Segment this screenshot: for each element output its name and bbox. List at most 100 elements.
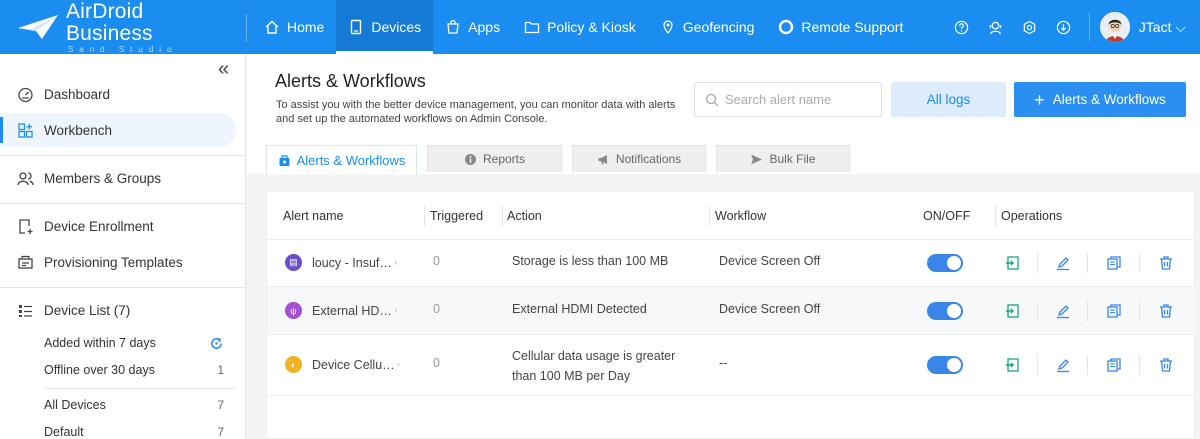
export-button[interactable] <box>1004 302 1022 320</box>
copy-button[interactable] <box>1105 356 1123 374</box>
sidebar-item-label: Device Enrollment <box>44 218 154 234</box>
top-navigation-bar: AirDroid Business Sand Studio Home Devic… <box>0 0 1200 54</box>
nav-home[interactable]: Home <box>252 0 336 54</box>
search-box[interactable] <box>694 82 882 117</box>
nav-remote-label: Remote Support <box>801 19 904 35</box>
chevron-right-icon: › <box>396 359 401 370</box>
sidebar-item-label: Workbench <box>44 122 113 138</box>
sidebar-item-device-enrollment[interactable]: Device Enrollment <box>0 209 246 243</box>
tab-reports[interactable]: Reports <box>427 145 562 172</box>
nav-home-label: Home <box>287 19 325 35</box>
alerts-table: Alert name Triggered Action Workflow ON/… <box>266 191 1196 439</box>
sidebar-item-members-groups[interactable]: Members & Groups <box>0 161 246 195</box>
op-divider <box>1139 253 1140 273</box>
sidebar-sub-all-devices[interactable]: All Devices 7 <box>44 394 224 416</box>
nav-remote-support[interactable]: Remote Support <box>766 0 915 54</box>
column-header: Operations <box>1001 209 1063 223</box>
sidebar-sub-offline-30-days[interactable]: Offline over 30 days 1 <box>44 359 224 381</box>
toggle-switch[interactable] <box>927 302 963 320</box>
workflow-text: Device Screen Off <box>719 254 821 268</box>
page-title: Alerts & Workflows <box>275 71 426 91</box>
paper-plane-logo-icon <box>17 15 58 39</box>
search-input[interactable] <box>725 92 875 107</box>
action-line-2: than 100 MB per Day <box>512 369 631 383</box>
sidebar-item-workbench[interactable]: Workbench <box>0 113 236 147</box>
alert-name-cell[interactable]: ▤ loucy - Insuf… › <box>285 254 397 271</box>
user-menu[interactable]: JTact ⌵ <box>1139 19 1186 36</box>
op-divider <box>1139 301 1140 321</box>
column-divider <box>709 206 710 226</box>
onoff-toggle[interactable] <box>927 302 963 320</box>
help-button[interactable] <box>945 0 979 54</box>
nav-devices[interactable]: Devices <box>336 0 434 54</box>
sidebar-item-dashboard[interactable]: Dashboard <box>0 77 246 111</box>
search-icon <box>705 93 719 106</box>
toggle-switch[interactable] <box>927 254 963 272</box>
sidebar-sub-default[interactable]: Default 7 <box>44 421 224 439</box>
sidebar-sub-added-7-days[interactable]: Added within 7 days <box>44 332 224 354</box>
templates-icon <box>18 255 33 269</box>
chevron-down-icon: ⌵ <box>1175 18 1186 35</box>
copy-icon <box>1107 256 1121 270</box>
op-divider <box>1037 301 1038 321</box>
alert-name: Device Cellu… <box>312 357 395 372</box>
alert-name-cell[interactable]: ◐ Device Cellu… › <box>285 356 400 373</box>
nav-apps[interactable]: Apps <box>433 0 512 54</box>
brand-name: AirDroid Business <box>65 0 153 45</box>
column-header: ON/OFF <box>923 209 971 223</box>
table-row[interactable]: ▤ loucy - Insuf… › 0 Storage is less tha… <box>267 240 1196 287</box>
brand-logo[interactable]: AirDroid Business Sand Studio <box>16 0 236 54</box>
alert-name-cell[interactable]: ψ External HD… › <box>285 302 397 319</box>
table-header: Alert name Triggered Action Workflow ON/… <box>267 192 1196 240</box>
nav-geofencing[interactable]: Geofencing <box>648 0 767 54</box>
delete-button[interactable] <box>1157 302 1175 320</box>
usb-icon: ψ <box>285 302 302 319</box>
help-icon <box>955 20 969 34</box>
onoff-toggle[interactable] <box>927 254 963 272</box>
settings-button[interactable] <box>1013 0 1047 54</box>
action-text: Cellular data usage is greater than 100 … <box>512 346 675 386</box>
export-button[interactable] <box>1004 356 1022 374</box>
user-avatar[interactable] <box>1099 12 1130 42</box>
refresh-icon[interactable] <box>209 336 224 351</box>
send-icon <box>751 154 763 164</box>
sidebar-item-device-list[interactable]: Device List (7) <box>0 293 246 327</box>
agent-button[interactable] <box>979 0 1013 54</box>
edit-button[interactable] <box>1054 356 1072 374</box>
avatar-icon <box>1099 12 1130 42</box>
copy-button[interactable] <box>1105 302 1123 320</box>
delete-button[interactable] <box>1157 356 1175 374</box>
nav-devices-label: Devices <box>371 19 422 35</box>
triggered-count: 0 <box>433 254 440 268</box>
sidebar-item-provisioning-templates[interactable]: Provisioning Templates <box>0 245 246 279</box>
sub-item-count: 7 <box>217 425 224 439</box>
cellular-icon: ◐ <box>285 356 302 373</box>
edit-button[interactable] <box>1054 302 1072 320</box>
table-row[interactable]: ◐ Device Cellu… › 0 Cellular data usage … <box>267 335 1196 396</box>
export-button[interactable] <box>1004 254 1022 272</box>
sub-item-label: Added within 7 days <box>44 336 156 350</box>
column-header: Alert name <box>283 209 344 223</box>
delete-button[interactable] <box>1157 254 1175 272</box>
action-text: Storage is less than 100 MB <box>512 254 669 268</box>
all-logs-button[interactable]: All logs <box>891 82 1006 117</box>
edit-icon <box>1057 305 1069 319</box>
folder-icon <box>524 21 540 34</box>
sidebar-item-label: Members & Groups <box>44 170 162 186</box>
onoff-toggle[interactable] <box>927 356 963 374</box>
table-row[interactable]: ψ External HD… › 0 External HDMI Detecte… <box>267 287 1196 335</box>
edit-button[interactable] <box>1054 254 1072 272</box>
nav-policy-label: Policy & Kiosk <box>547 19 636 35</box>
chevron-right-icon: › <box>393 305 398 316</box>
tab-bulk-file[interactable]: Bulk File <box>716 145 850 172</box>
copy-button[interactable] <box>1105 254 1123 272</box>
toggle-switch[interactable] <box>927 356 963 374</box>
nav-right-tools: JTact ⌵ <box>945 0 1200 54</box>
add-alert-workflow-button[interactable]: + Alerts & Workflows <box>1014 82 1186 117</box>
download-button[interactable] <box>1047 0 1081 54</box>
nav-policy-kiosk[interactable]: Policy & Kiosk <box>512 0 648 54</box>
sub-item-count: 1 <box>217 363 224 377</box>
trash-icon <box>1160 304 1172 318</box>
tab-notifications[interactable]: Notifications <box>572 145 706 172</box>
tab-alerts-workflows[interactable]: Alerts & Workflows <box>266 145 417 175</box>
